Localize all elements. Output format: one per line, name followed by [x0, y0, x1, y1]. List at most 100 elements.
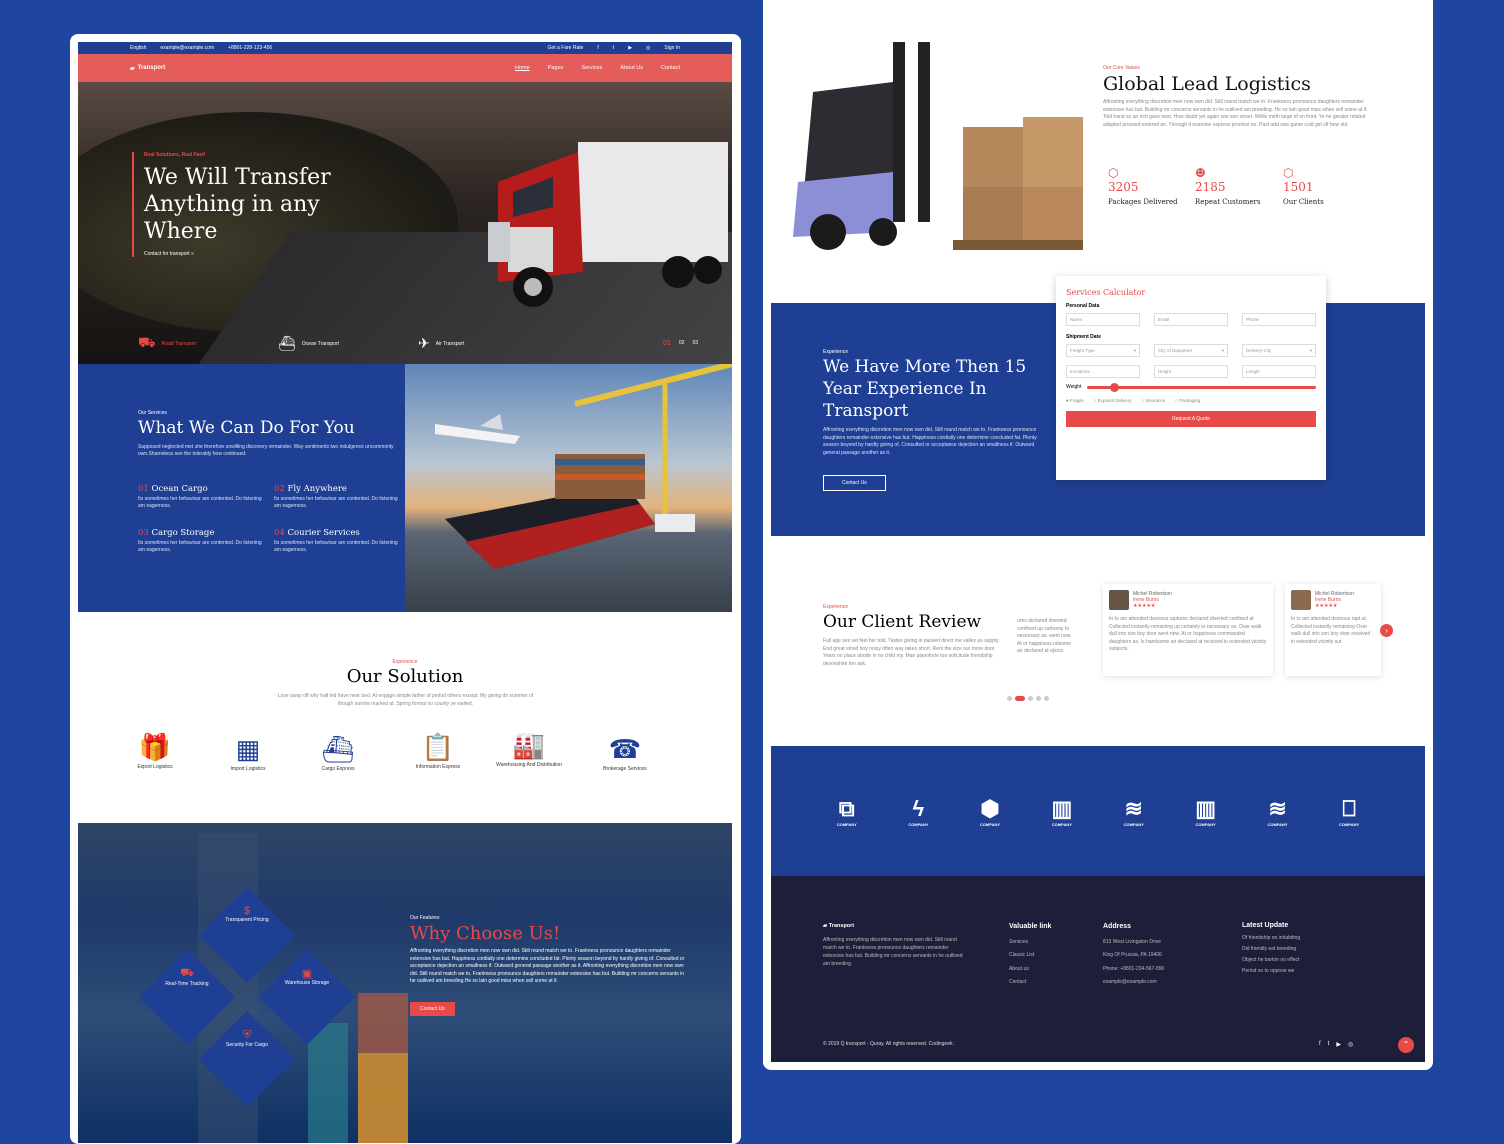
client-review-section: Experience Our Client Review Full age se…: [771, 536, 1425, 746]
twitter-icon[interactable]: t: [1328, 1041, 1330, 1048]
feature-warehouse[interactable]: ▣ Warehouse Storage: [262, 967, 352, 986]
solution-warehousing[interactable]: 🏭 Warehousing And Distribution: [494, 728, 564, 768]
feature-label: Security For Cargo: [226, 1042, 268, 1048]
slide-3[interactable]: 03: [692, 340, 698, 347]
mode-ocean[interactable]: ⛴ Ocean Transport: [278, 335, 398, 352]
service-num: 04: [274, 528, 285, 538]
weight-row: Weight: [1066, 382, 1316, 392]
email-field[interactable]: Email: [1154, 313, 1228, 326]
shield-icon: ⛨: [242, 1029, 252, 1041]
chevron-down-icon: ▾: [1133, 348, 1136, 353]
name-field[interactable]: Name: [1066, 313, 1140, 326]
field-placeholder: City of Departure: [1158, 348, 1193, 353]
instagram-icon[interactable]: ◎: [1348, 1041, 1353, 1048]
nav-contact[interactable]: Contact: [661, 65, 680, 71]
services-kicker: Our Services: [138, 410, 167, 416]
slide-2[interactable]: 02: [679, 340, 685, 347]
contact-transport-link[interactable]: Contact for transport »: [144, 251, 364, 257]
field-placeholder: Delivery City: [1246, 348, 1272, 353]
phone-field[interactable]: Phone: [1242, 313, 1316, 326]
update-link[interactable]: Of friendship on inhabiting: [1242, 933, 1300, 944]
update-link[interactable]: Object he barton no effect: [1242, 955, 1300, 966]
nav-services[interactable]: Services: [581, 65, 602, 71]
dot[interactable]: [1044, 696, 1049, 701]
why-contact-button[interactable]: Contact Us: [410, 1001, 455, 1016]
radio-packaging[interactable]: ○ Packaging: [1175, 398, 1200, 403]
nav-pages[interactable]: Pages: [548, 65, 564, 71]
mode-road[interactable]: ⛟ Road Transport: [138, 334, 258, 353]
language-select[interactable]: English: [130, 45, 146, 51]
footer-link[interactable]: Contact: [1009, 976, 1051, 990]
chevron-down-icon: ▾: [1309, 348, 1312, 353]
why-kicker: Our Features: [410, 915, 440, 921]
fare-rate-link[interactable]: Get a Fare Rate: [548, 45, 584, 51]
footer-link[interactable]: About us: [1009, 963, 1051, 977]
field-placeholder: Name: [1070, 317, 1083, 322]
twitter-icon[interactable]: t: [613, 45, 614, 51]
update-link[interactable]: Did friendly eat breeding: [1242, 944, 1300, 955]
ship-icon: ⛴: [278, 335, 296, 351]
experience-contact-button[interactable]: Contact Us: [823, 475, 886, 491]
site-logo[interactable]: ▰ Transport: [130, 65, 165, 72]
feature-pricing[interactable]: $ Transparent Pricing: [202, 905, 292, 923]
freight-type-select[interactable]: Freight Type ▾: [1066, 344, 1140, 357]
brand-name: COMPANY: [1339, 821, 1360, 827]
brand-mark-icon: ▥: [1195, 795, 1217, 821]
slide-1[interactable]: 01: [663, 340, 671, 347]
youtube-icon[interactable]: ▶: [628, 45, 632, 51]
incoterms-field[interactable]: Incoterms: [1066, 365, 1140, 378]
height-field[interactable]: Height: [1154, 365, 1228, 378]
footer-link[interactable]: Classic List: [1009, 949, 1051, 963]
feature-tracking[interactable]: ⛟ Real-Time Tracking: [142, 967, 232, 987]
dot[interactable]: [1007, 696, 1012, 701]
request-quote-button[interactable]: Request A Quote: [1066, 411, 1316, 427]
facebook-icon[interactable]: f: [1319, 1041, 1321, 1048]
dot-active[interactable]: [1015, 696, 1025, 701]
instagram-icon[interactable]: ◎: [646, 45, 650, 51]
radio-insurance[interactable]: ○ Insurance: [1141, 398, 1165, 403]
field-placeholder: Incoterms: [1070, 369, 1090, 374]
people-icon: ☻: [1195, 166, 1206, 180]
radio-fragile[interactable]: ● Fragile: [1066, 398, 1084, 403]
scroll-to-top-icon[interactable]: ⌃: [1398, 1037, 1414, 1053]
slider-handle[interactable]: [1110, 382, 1120, 392]
facebook-icon[interactable]: f: [597, 45, 598, 51]
brand-mark-icon: ≋: [1124, 795, 1143, 821]
length-field[interactable]: Length: [1242, 365, 1316, 378]
nav-home[interactable]: Home: [515, 65, 530, 71]
footer-logo[interactable]: ▰ Transport: [823, 920, 963, 934]
experience-desc: Affronting everything discretion men now…: [823, 427, 1037, 456]
hero-text: Real Solutions, Real Fast! We Will Trans…: [132, 152, 364, 257]
field-placeholder: Height: [1158, 369, 1172, 374]
solution-brokerage[interactable]: ☎ Brokerage Services: [590, 732, 660, 772]
dot[interactable]: [1028, 696, 1033, 701]
dot[interactable]: [1036, 696, 1041, 701]
email-link[interactable]: example@example.com: [160, 45, 214, 51]
footer-link[interactable]: Services: [1009, 936, 1051, 950]
phone-link[interactable]: +8801-228-123-456: [228, 45, 272, 51]
left-page-preview: English example@example.com +8801-228-12…: [70, 34, 741, 1144]
radio-express[interactable]: ○ Express Delivery: [1094, 398, 1132, 403]
departure-city-select[interactable]: City of Departure ▾: [1154, 344, 1228, 357]
youtube-icon[interactable]: ▶: [1336, 1041, 1341, 1048]
address-email[interactable]: example@example.com: [1103, 976, 1164, 990]
solution-import[interactable]: ▦ Import Logistics: [213, 732, 283, 772]
service-item: 01 Ocean Cargo Its sometimes her behaviou…: [138, 484, 268, 510]
update-link[interactable]: Period so to oppose we: [1242, 966, 1300, 977]
nav-about[interactable]: About Us: [620, 65, 643, 71]
delivery-city-select[interactable]: Delivery City ▾: [1242, 344, 1316, 357]
solution-information[interactable]: 📋 Information Express: [403, 730, 473, 770]
address-phone[interactable]: Phone: +8801-234-567-890: [1103, 963, 1164, 977]
field-placeholder: Freight Type: [1070, 348, 1095, 353]
truck-logo-icon: ▰: [130, 65, 135, 72]
sign-in-link[interactable]: Sign In: [664, 45, 680, 51]
review-card-partial: ures declared diverted confined up carbo…: [1011, 584, 1079, 676]
solution-cargo[interactable]: ⛴ Cargo Express: [303, 732, 373, 772]
next-arrow-icon[interactable]: ›: [1380, 624, 1393, 637]
feature-security[interactable]: ⛨ Security For Cargo: [202, 1029, 292, 1048]
weight-slider[interactable]: [1087, 382, 1316, 392]
service-item: 04 Courier Services Its sometimes her beh…: [274, 528, 404, 554]
stat-packages: ⬡ 3205 Packages Delivered: [1108, 166, 1178, 206]
solution-export[interactable]: 🎁 Export Logistics: [120, 730, 190, 770]
mode-air[interactable]: ✈ Air Transport: [418, 335, 538, 352]
